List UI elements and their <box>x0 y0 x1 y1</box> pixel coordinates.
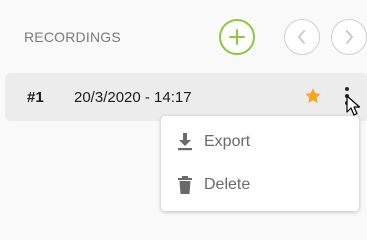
chevron-left-icon <box>298 30 305 44</box>
menu-item-label: Delete <box>204 176 251 193</box>
trash-icon <box>178 176 192 194</box>
recording-datetime: 20/3/2020 - 14:17 <box>74 89 192 106</box>
star-icon[interactable] <box>304 87 322 105</box>
menu-item-label: Export <box>204 133 251 150</box>
download-icon <box>178 133 192 151</box>
add-recording-button[interactable] <box>219 19 255 55</box>
next-button[interactable] <box>331 19 367 55</box>
plus-icon <box>229 29 245 45</box>
chevron-right-icon <box>346 30 353 44</box>
page-title: RECORDINGS <box>24 29 121 45</box>
more-options-icon[interactable] <box>343 86 351 108</box>
menu-item-delete[interactable]: Delete <box>161 165 359 205</box>
recording-row[interactable]: #1 20/3/2020 - 14:17 <box>5 73 367 121</box>
menu-item-export[interactable]: Export <box>161 122 359 162</box>
recording-number: #1 <box>27 89 44 106</box>
previous-button[interactable] <box>284 19 320 55</box>
context-menu: Export Delete <box>161 116 359 211</box>
